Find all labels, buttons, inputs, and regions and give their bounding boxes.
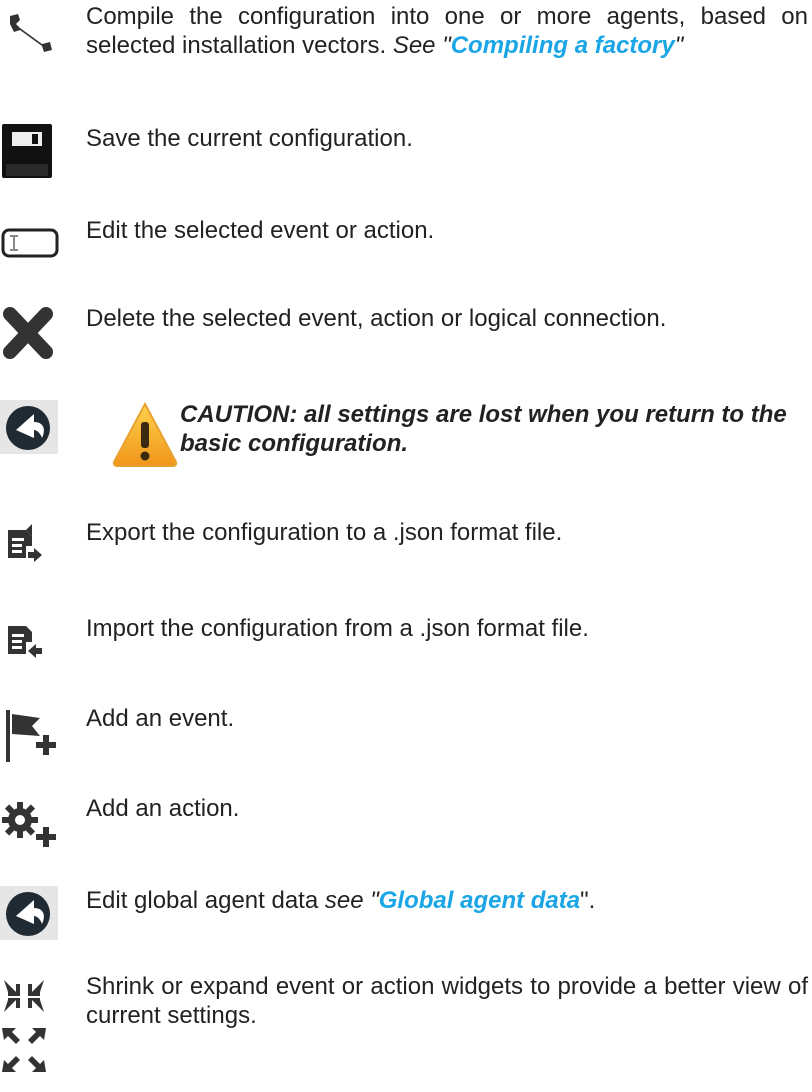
caution-note: CAUTION: all settings are lost when you … <box>180 401 787 457</box>
shrink-expand-description: Shrink or expand event or action widgets… <box>86 973 808 1029</box>
export-description: Export the configuration to a .json form… <box>86 519 563 546</box>
shrink-icon[interactable] <box>0 976 64 1016</box>
text-field-icon[interactable] <box>0 226 64 282</box>
add-action-description: Add an action. <box>86 795 240 822</box>
import-file-icon[interactable] <box>0 620 64 676</box>
add-event-description: Add an event. <box>86 705 235 732</box>
global-data-arrow-icon[interactable] <box>0 886 64 942</box>
save-description: Save the current configuration. <box>86 125 413 152</box>
add-event-flag-icon[interactable] <box>0 708 64 764</box>
expand-icon[interactable] <box>0 1026 64 1076</box>
compiling-factory-link[interactable]: Compiling a factory <box>451 32 675 59</box>
delete-x-icon[interactable] <box>0 306 64 362</box>
export-file-icon[interactable] <box>0 524 64 580</box>
reset-arrow-icon[interactable] <box>0 400 64 456</box>
global-data-description: Edit global agent data see "Global agent… <box>86 887 596 914</box>
global-agent-data-link[interactable]: Global agent data <box>379 887 580 914</box>
add-action-gear-icon[interactable] <box>0 798 64 854</box>
warning-icon <box>110 400 180 470</box>
save-icon[interactable] <box>0 124 64 180</box>
import-description: Import the configuration from a .json fo… <box>86 615 589 642</box>
wrench-icon[interactable] <box>0 10 64 66</box>
delete-description: Delete the selected event, action or log… <box>86 305 667 332</box>
edit-description: Edit the selected event or action. <box>86 217 435 244</box>
compile-description: Compile the configuration into one or mo… <box>86 3 808 59</box>
